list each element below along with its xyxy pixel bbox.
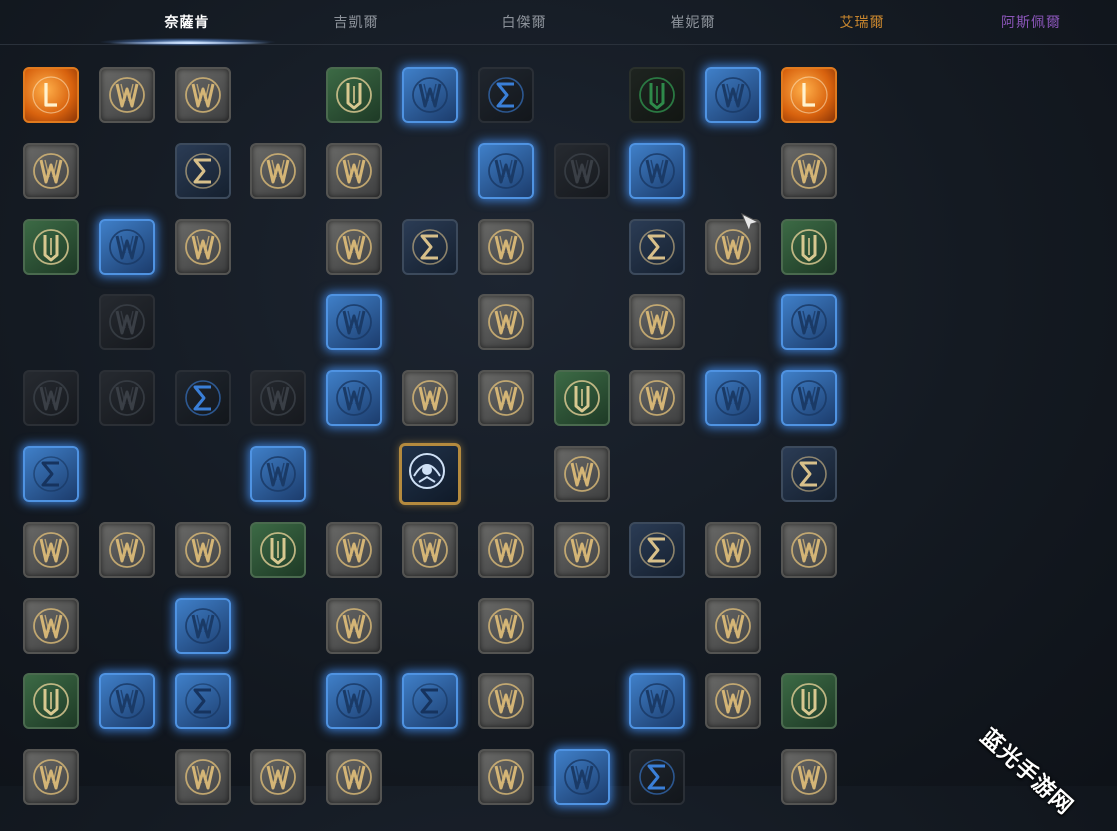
gold-emblem-icon[interactable] <box>402 370 458 426</box>
blue-emblem-icon[interactable] <box>250 446 306 502</box>
gold-emblem-icon[interactable] <box>23 143 79 199</box>
green-emblem-icon[interactable] <box>781 673 837 729</box>
gold-emblem-icon[interactable] <box>99 522 155 578</box>
gold-emblem-icon[interactable] <box>478 673 534 729</box>
dark-emblem-icon[interactable] <box>250 370 306 426</box>
gold-emblem-icon[interactable] <box>175 749 231 805</box>
gold-emblem-icon[interactable] <box>478 370 534 426</box>
green-emblem-icon[interactable] <box>781 219 837 275</box>
dark-emblem-icon[interactable] <box>23 370 79 426</box>
blue-emblem-icon[interactable] <box>629 143 685 199</box>
dark-emblem-icon[interactable] <box>99 294 155 350</box>
dark-emblem-icon[interactable] <box>99 370 155 426</box>
green-emblem-icon[interactable] <box>23 673 79 729</box>
blue-emblem-icon[interactable] <box>705 67 761 123</box>
gold-emblem-icon[interactable] <box>175 219 231 275</box>
blue-sigma-emblem-icon[interactable] <box>23 446 79 502</box>
blue-sigma-emblem-icon[interactable] <box>175 673 231 729</box>
sigma-emblem-icon[interactable] <box>175 143 231 199</box>
gold-emblem-icon[interactable] <box>23 749 79 805</box>
emblem-grid <box>0 0 1117 805</box>
gold-emblem-icon[interactable] <box>705 522 761 578</box>
dark-green-emblem-icon[interactable] <box>629 67 685 123</box>
green-emblem-icon[interactable] <box>250 522 306 578</box>
blue-emblem-icon[interactable] <box>478 143 534 199</box>
blue-emblem-icon[interactable] <box>175 598 231 654</box>
blue-emblem-icon[interactable] <box>781 370 837 426</box>
gold-emblem-icon[interactable] <box>781 522 837 578</box>
gold-emblem-icon[interactable] <box>705 598 761 654</box>
blue-emblem-icon[interactable] <box>99 673 155 729</box>
gold-emblem-icon[interactable] <box>478 219 534 275</box>
gold-emblem-icon[interactable] <box>478 749 534 805</box>
gold-emblem-icon[interactable] <box>250 143 306 199</box>
gold-emblem-icon[interactable] <box>99 67 155 123</box>
gold-emblem-icon[interactable] <box>781 143 837 199</box>
gold-emblem-icon[interactable] <box>326 143 382 199</box>
gold-emblem-icon[interactable] <box>478 598 534 654</box>
center-emblem-icon[interactable] <box>399 443 461 505</box>
gold-emblem-icon[interactable] <box>402 522 458 578</box>
blue-emblem-icon[interactable] <box>326 673 382 729</box>
sigma-emblem-icon[interactable] <box>781 446 837 502</box>
dark-sigma-emblem-icon[interactable] <box>175 370 231 426</box>
gold-emblem-icon[interactable] <box>629 294 685 350</box>
dark-sigma-emblem-icon[interactable] <box>629 749 685 805</box>
blue-emblem-icon[interactable] <box>554 749 610 805</box>
blue-emblem-icon[interactable] <box>99 219 155 275</box>
orange-emblem-icon[interactable] <box>23 67 79 123</box>
green-emblem-icon[interactable] <box>326 67 382 123</box>
green-emblem-icon[interactable] <box>23 219 79 275</box>
gold-emblem-icon[interactable] <box>23 598 79 654</box>
gold-emblem-icon[interactable] <box>478 522 534 578</box>
blue-emblem-icon[interactable] <box>781 294 837 350</box>
gold-emblem-icon[interactable] <box>326 522 382 578</box>
gold-emblem-icon[interactable] <box>629 370 685 426</box>
blue-emblem-icon[interactable] <box>326 294 382 350</box>
gold-emblem-icon[interactable] <box>326 219 382 275</box>
dark-sigma-emblem-icon[interactable] <box>478 67 534 123</box>
mouse-cursor-icon <box>741 212 760 233</box>
gold-emblem-icon[interactable] <box>554 522 610 578</box>
gold-emblem-icon[interactable] <box>326 749 382 805</box>
blue-emblem-icon[interactable] <box>705 370 761 426</box>
gold-emblem-icon[interactable] <box>23 522 79 578</box>
dark-emblem-icon[interactable] <box>554 143 610 199</box>
gold-emblem-icon[interactable] <box>250 749 306 805</box>
gold-emblem-icon[interactable] <box>175 67 231 123</box>
sigma-emblem-icon[interactable] <box>629 522 685 578</box>
gold-emblem-icon[interactable] <box>705 673 761 729</box>
sigma-emblem-icon[interactable] <box>402 219 458 275</box>
gold-emblem-icon[interactable] <box>175 522 231 578</box>
orange-emblem-icon[interactable] <box>781 67 837 123</box>
gold-emblem-icon[interactable] <box>326 598 382 654</box>
blue-emblem-icon[interactable] <box>326 370 382 426</box>
gold-emblem-icon[interactable] <box>781 749 837 805</box>
blue-emblem-icon[interactable] <box>402 67 458 123</box>
blue-sigma-emblem-icon[interactable] <box>402 673 458 729</box>
sigma-emblem-icon[interactable] <box>629 219 685 275</box>
gold-emblem-icon[interactable] <box>554 446 610 502</box>
green-emblem-icon[interactable] <box>554 370 610 426</box>
gold-emblem-icon[interactable] <box>478 294 534 350</box>
blue-emblem-icon[interactable] <box>629 673 685 729</box>
